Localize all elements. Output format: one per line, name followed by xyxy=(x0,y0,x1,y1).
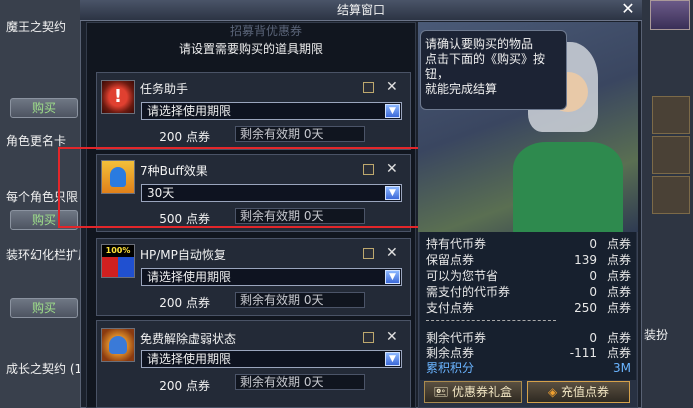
quest-helper-icon: ! xyxy=(101,80,135,114)
summary-row: 支付点券 250 点券 xyxy=(426,301,631,315)
item-name: 免费解除虚弱状态 xyxy=(140,332,237,346)
remaining-validity: 剩余有效期 0天 xyxy=(235,374,365,390)
remaining-validity: 剩余有效期 0天 xyxy=(235,126,365,142)
item-checkbox[interactable] xyxy=(363,332,374,343)
remaining-validity: 剩余有效期 0天 xyxy=(235,292,365,308)
item-checkbox[interactable] xyxy=(363,248,374,259)
item-price: 200 点券 xyxy=(159,130,210,144)
hp-mp-icon: 100% xyxy=(101,244,135,278)
bg-slot[interactable] xyxy=(652,96,690,134)
remove-item-icon[interactable]: ✕ xyxy=(386,246,398,260)
bg-hint-text: 招募背优惠券 xyxy=(230,24,303,38)
bg-slot[interactable] xyxy=(652,176,690,214)
selection-highlight xyxy=(58,147,423,228)
close-button[interactable]: ✕ xyxy=(619,0,637,18)
summary-row: 剩余代币券 0 点券 xyxy=(426,331,631,345)
bg-buy-button[interactable]: 购买 xyxy=(10,298,78,318)
summary-row: 可以为您节省 0 点券 xyxy=(426,269,631,283)
summary-row: 累积积分 3M xyxy=(426,361,631,375)
bg-right-label: 装扮 xyxy=(644,328,669,342)
window-title: 结算窗口 xyxy=(336,3,385,17)
chevron-down-icon[interactable]: ▼ xyxy=(385,104,400,118)
remove-item-icon[interactable]: ✕ xyxy=(386,330,398,344)
bg-item-label: 魔王之契约 xyxy=(6,20,67,34)
period-select[interactable]: 请选择使用期限 ▼ xyxy=(141,350,402,368)
instruction-text: 请设置需要购买的道具期限 xyxy=(178,42,323,56)
period-select[interactable]: 请选择使用期限 ▼ xyxy=(141,268,402,286)
diamond-icon: ◈ xyxy=(547,385,558,399)
summary-divider xyxy=(426,320,556,322)
summary-row: 剩余点券 -111 点券 xyxy=(426,346,631,360)
summary-row: 需支付的代币券 0 点券 xyxy=(426,285,631,299)
summary-row: 保留点券 139 点券 xyxy=(426,253,631,267)
coupon-icon: 🖭 xyxy=(434,385,449,399)
item-price: 200 点券 xyxy=(159,379,210,393)
npc-speech-text: 请确认要购买的物品 点击下面的《购买》按钮， 就能完成结算 xyxy=(425,37,546,96)
bg-buy-button[interactable]: 购买 xyxy=(10,98,78,118)
period-select[interactable]: 请选择使用期限 ▼ xyxy=(141,102,402,120)
item-name: HP/MP自动恢复 xyxy=(140,248,226,262)
coupon-gift-button[interactable]: 🖭 优惠券礼盒 xyxy=(424,381,522,403)
bg-item-label: 成长之契约 (15天 xyxy=(6,362,80,376)
item-name: 任务助手 xyxy=(140,82,189,96)
item-price: 200 点券 xyxy=(159,296,210,310)
recharge-button[interactable]: ◈ 充值点券 xyxy=(527,381,630,403)
gift-box-icon[interactable] xyxy=(650,0,690,30)
remove-item-icon[interactable]: ✕ xyxy=(386,80,398,94)
item-checkbox[interactable] xyxy=(363,82,374,93)
bg-item-label: 装环幻化栏扩展 xyxy=(6,248,80,262)
bg-slot[interactable] xyxy=(652,136,690,174)
summary-row: 持有代币券 0 点券 xyxy=(426,237,631,251)
chevron-down-icon[interactable]: ▼ xyxy=(385,352,400,366)
weakness-remove-icon xyxy=(101,328,135,362)
chevron-down-icon[interactable]: ▼ xyxy=(385,270,400,284)
